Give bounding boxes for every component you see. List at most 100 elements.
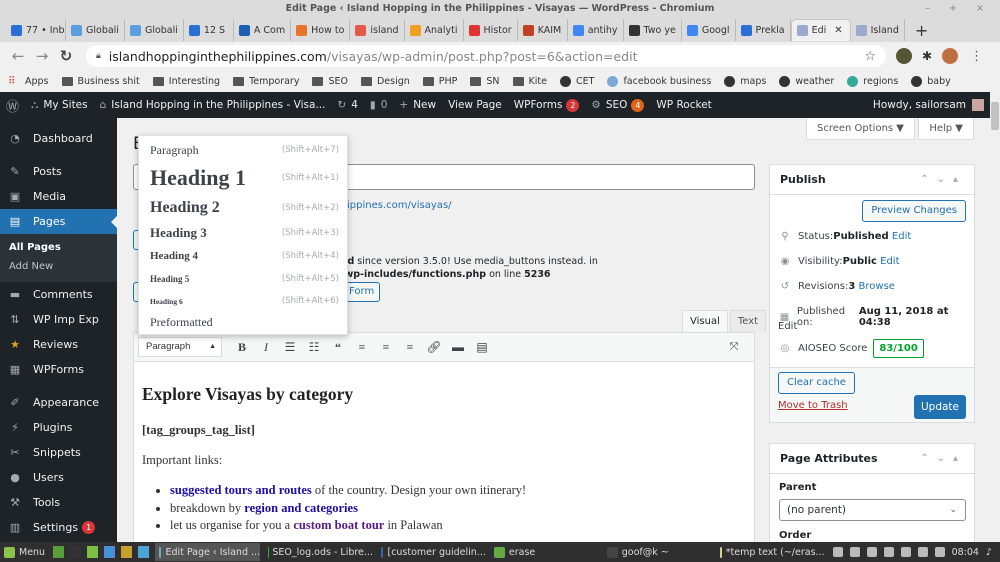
taskbar-window[interactable]: Edit Page ‹ Island ... bbox=[154, 543, 261, 561]
wordpress-logo-icon[interactable]: Ⓦ bbox=[6, 96, 19, 115]
format-select[interactable]: Paragraph bbox=[138, 337, 222, 357]
format-option-heading-6[interactable]: Heading 6 (Shift+Alt+6) bbox=[150, 291, 339, 311]
published-edit-link[interactable]: Edit bbox=[778, 321, 797, 332]
permalink-link[interactable]: ippines.com/visayas/ bbox=[347, 200, 452, 211]
bookmark-item[interactable]: Business shit bbox=[61, 76, 140, 87]
bookmark-item[interactable]: facebook business bbox=[607, 75, 711, 87]
browser-tab[interactable]: KAIM bbox=[518, 19, 568, 41]
sidebar-item-dashboard[interactable]: ◔ Dashboard bbox=[0, 126, 117, 151]
sidebar-item-appearance[interactable]: ✐ Appearance bbox=[0, 390, 117, 415]
browser-tab[interactable]: A Com bbox=[234, 19, 292, 41]
sidebar-item-posts[interactable]: ✎ Posts bbox=[0, 159, 117, 184]
format-option-heading-2[interactable]: Heading 2 (Shift+Alt+2) bbox=[150, 198, 339, 218]
content-link[interactable]: region and categories bbox=[244, 501, 358, 515]
sidebar-item-snippets[interactable]: ✂ Snippets bbox=[0, 440, 117, 465]
site-name-link[interactable]: ⌂ Island Hopping in the Philippines - Vis… bbox=[100, 99, 326, 111]
profile-avatar[interactable] bbox=[942, 48, 959, 64]
browser-tab[interactable]: Globali bbox=[125, 19, 184, 41]
page-scrollbar[interactable] bbox=[990, 92, 1000, 542]
italic-button[interactable]: I bbox=[254, 340, 278, 355]
clock[interactable]: 08:04 bbox=[952, 547, 979, 558]
quicklaunch-icon[interactable] bbox=[120, 546, 132, 558]
bookmark-item[interactable]: SN bbox=[470, 76, 500, 87]
link-icon[interactable]: 🔗︎ bbox=[422, 340, 446, 355]
move-to-trash-link[interactable]: Move to Trash bbox=[778, 400, 848, 411]
format-option-heading-3[interactable]: Heading 3 (Shift+Alt+3) bbox=[150, 223, 339, 243]
screen-options-button[interactable]: Screen Options ▼ bbox=[805, 118, 915, 140]
bookmark-item[interactable]: ⠿ Apps bbox=[8, 76, 49, 87]
clipboard-icon[interactable] bbox=[883, 547, 894, 557]
sidebar-item-comments[interactable]: ▬ Comments bbox=[0, 282, 117, 307]
status-edit-link[interactable]: Edit bbox=[892, 231, 911, 242]
sidebar-item-reviews[interactable]: ★ Reviews bbox=[0, 332, 117, 357]
box-controls[interactable]: ⌃⌄▴ bbox=[920, 453, 966, 464]
quicklaunch-icon[interactable] bbox=[137, 546, 149, 558]
taskbar-window[interactable]: SEO_log.ods - Libre... bbox=[268, 546, 373, 558]
bullet-list-button[interactable]: ☰ bbox=[278, 340, 302, 355]
sidebar-item-wpforms[interactable]: ▦ WPForms bbox=[0, 357, 117, 382]
comments-link[interactable]: ▮ 0 bbox=[370, 99, 387, 111]
window-controls[interactable]: – + × bbox=[925, 0, 992, 18]
format-option-heading-1[interactable]: Heading 1 (Shift+Alt+1) bbox=[150, 165, 339, 190]
box-controls[interactable]: ⌃⌄▴ bbox=[920, 174, 966, 185]
battery-icon[interactable] bbox=[934, 547, 945, 557]
tab-text[interactable]: Text bbox=[729, 310, 767, 332]
back-button[interactable]: ← bbox=[6, 47, 30, 65]
browser-tab[interactable]: How to bbox=[291, 19, 351, 41]
format-option-paragraph[interactable]: Paragraph (Shift+Alt+7) bbox=[150, 140, 339, 160]
reload-button[interactable]: ↻ bbox=[54, 47, 78, 65]
bookmark-item[interactable]: baby bbox=[911, 75, 951, 87]
content-link[interactable]: custom boat tour bbox=[293, 518, 384, 532]
content-link[interactable]: suggested tours and routes bbox=[170, 483, 312, 497]
blockquote-button[interactable]: “ bbox=[326, 340, 350, 355]
browser-tab[interactable]: 77 • Inb bbox=[6, 19, 66, 41]
preview-changes-button[interactable]: Preview Changes bbox=[862, 200, 966, 222]
view-page-link[interactable]: View Page bbox=[448, 99, 502, 111]
sidebar-item-users[interactable]: ● Users bbox=[0, 465, 117, 490]
updates-link[interactable]: ↻ 4 bbox=[337, 99, 358, 111]
numbered-list-button[interactable]: ☷ bbox=[302, 340, 326, 355]
bookmark-item[interactable]: Interesting bbox=[152, 76, 220, 87]
browser-tab[interactable]: Globali bbox=[66, 19, 125, 41]
browser-tab[interactable]: Two ye bbox=[624, 19, 682, 41]
align-right-button[interactable]: ≡ bbox=[398, 340, 422, 355]
scrollbar-thumb[interactable] bbox=[991, 102, 999, 130]
bookmark-item[interactable]: Temporary bbox=[233, 76, 299, 87]
flag-icon[interactable] bbox=[866, 547, 877, 557]
bookmark-item[interactable]: Design bbox=[360, 76, 410, 87]
vpn-shield-icon[interactable] bbox=[849, 547, 860, 557]
forward-button[interactable]: → bbox=[30, 47, 54, 65]
sidebar-item-media[interactable]: ▣ Media bbox=[0, 184, 117, 209]
aioseo-score[interactable]: 83/100 bbox=[873, 339, 924, 358]
help-button[interactable]: Help ▼ bbox=[918, 118, 974, 140]
format-option-heading-5[interactable]: Heading 5 (Shift+Alt+5) bbox=[150, 269, 339, 289]
browse-revisions-link[interactable]: Browse bbox=[859, 281, 895, 292]
sidebar-item-tools[interactable]: ⚒ Tools bbox=[0, 490, 117, 515]
sidebar-item-pages[interactable]: ▤ Pages bbox=[0, 209, 117, 234]
quicklaunch-icon[interactable] bbox=[87, 546, 98, 558]
bookmark-item[interactable]: PHP bbox=[422, 76, 457, 87]
close-tab-icon[interactable]: ✕ bbox=[834, 25, 842, 36]
sidebar-item-settings[interactable]: ▥ Settings 1 bbox=[0, 515, 117, 540]
editor-content[interactable]: Explore Visayas by category [tag_groups_… bbox=[133, 362, 755, 542]
taskbar-window[interactable]: goof@k ~ bbox=[606, 546, 712, 558]
user-icon[interactable] bbox=[900, 547, 911, 557]
my-sites-link[interactable]: ⛬ My Sites bbox=[31, 99, 88, 112]
sidebar-item-plugins[interactable]: ⚡ Plugins bbox=[0, 415, 117, 440]
bold-button[interactable]: B bbox=[230, 340, 254, 355]
browser-menu-icon[interactable]: ⋮ bbox=[970, 49, 983, 64]
wp-rocket-link[interactable]: WP Rocket bbox=[656, 99, 711, 111]
browser-tab[interactable]: Prekla bbox=[736, 19, 791, 41]
submenu-item[interactable]: All Pages bbox=[0, 238, 117, 257]
volume-icon[interactable]: ♪ bbox=[986, 547, 992, 558]
quicklaunch-icon[interactable] bbox=[53, 546, 65, 558]
clear-cache-button[interactable]: Clear cache bbox=[778, 372, 855, 394]
sidebar-item-wp-imp-exp[interactable]: ⇅ WP Imp Exp bbox=[0, 307, 117, 332]
dropbox-icon[interactable] bbox=[832, 547, 843, 557]
parent-select[interactable]: (no parent) ⌄ bbox=[779, 499, 966, 521]
new-content-link[interactable]: + New bbox=[399, 99, 436, 111]
taskbar-window[interactable]: [customer guidelin... bbox=[380, 546, 486, 558]
wifi-icon[interactable] bbox=[917, 547, 928, 557]
add-form-button[interactable]: Form bbox=[343, 282, 381, 302]
browser-tab[interactable]: Googl bbox=[682, 19, 736, 41]
